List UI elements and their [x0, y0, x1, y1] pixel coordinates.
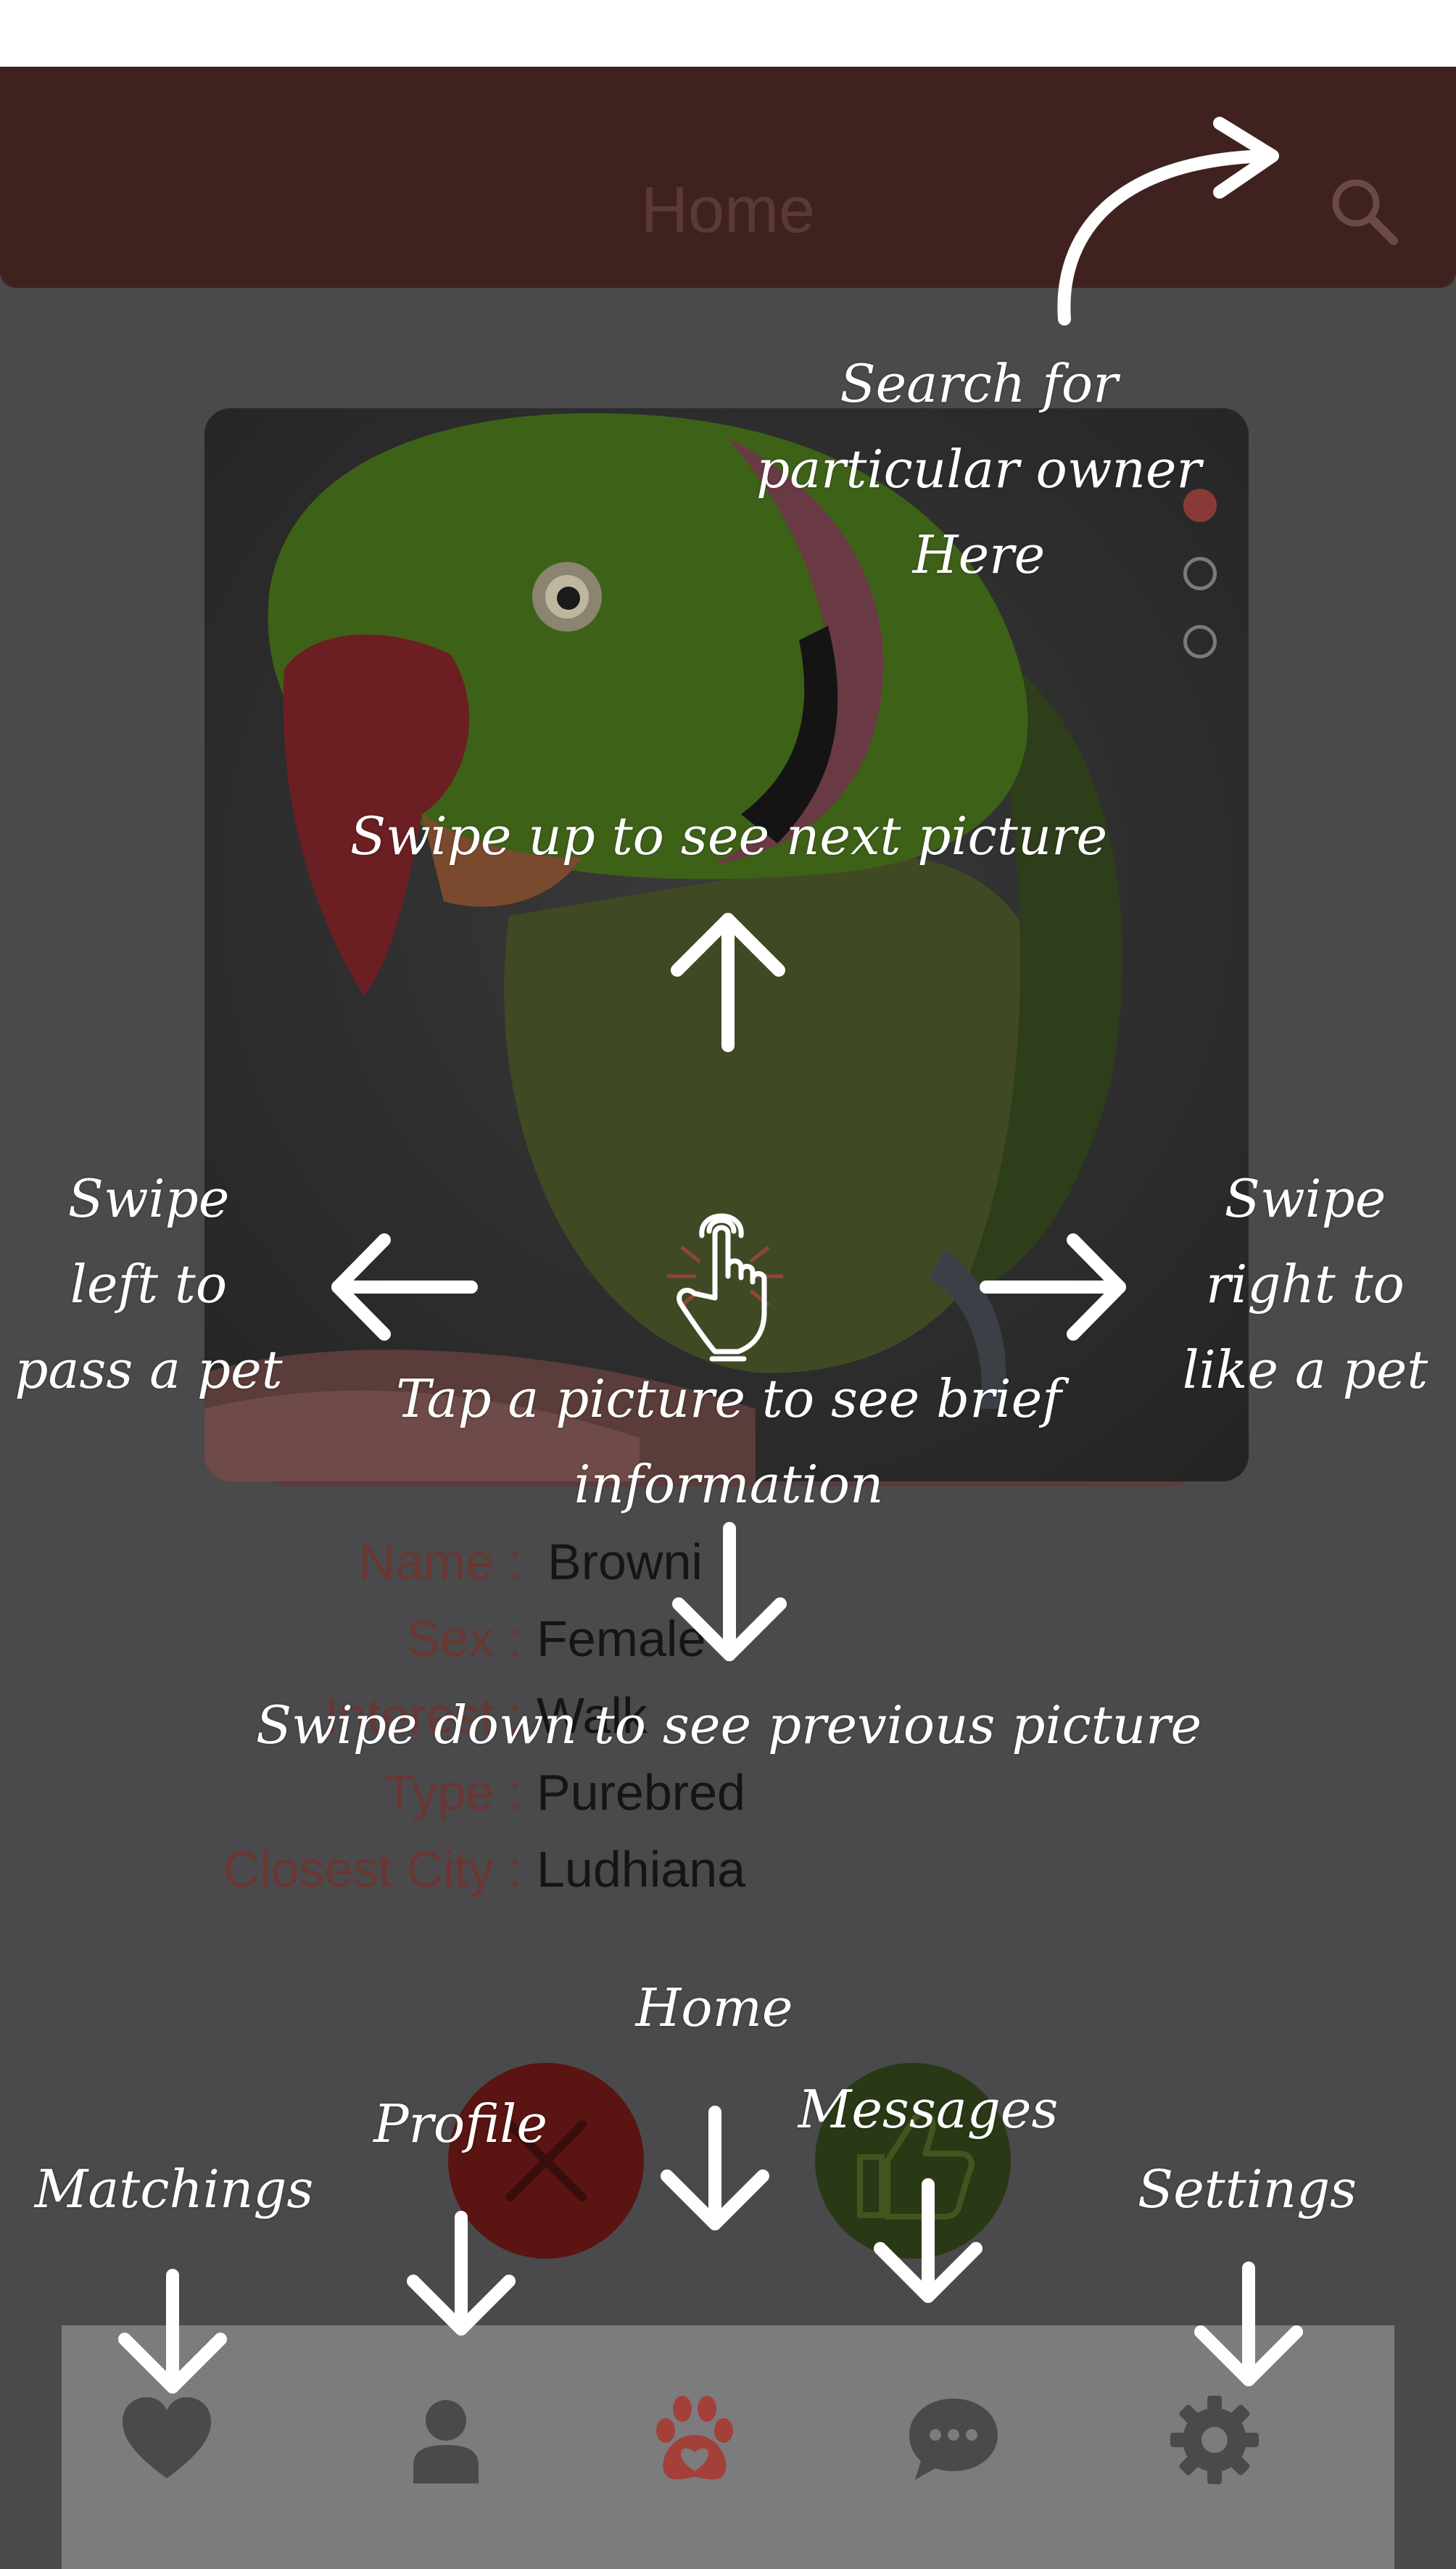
arrow-down-icon [661, 2106, 769, 2230]
arrow-down-icon [1194, 2262, 1303, 2386]
annotation-tab-profile: Profile [373, 2093, 547, 2154]
annotation-tab-home: Home [635, 1977, 793, 2038]
info-label: Sex : [406, 1610, 522, 1667]
gear-icon[interactable] [1167, 2393, 1262, 2487]
info-value: Purebred [537, 1764, 745, 1821]
info-row-type: Type : Purebred [0, 1763, 1456, 1821]
annotation-tap: Tap a picture to see brief information [396, 1368, 1062, 1515]
screen: Home Name: Browni Sex: Female Interest… [0, 0, 1456, 2569]
paw-icon[interactable] [648, 2393, 742, 2487]
annotation-swipe-right: Swipe right to like a pet [1182, 1168, 1428, 1400]
annotation-swipe-up: Swipe up to see next picture [349, 806, 1108, 866]
arrow-right-icon [980, 1233, 1126, 1341]
annotation-tab-messages: Messages [798, 2079, 1059, 2140]
arrow-left-icon [331, 1233, 478, 1341]
info-row-city: Closest City : Ludhiana [0, 1840, 1456, 1898]
search-icon[interactable] [1327, 174, 1399, 247]
heart-icon[interactable] [120, 2393, 214, 2487]
annotation-swipe-left: Swipe left to pass a pet [15, 1168, 283, 1400]
chat-icon[interactable] [906, 2393, 1001, 2487]
arrow-down-icon [407, 2211, 516, 2336]
info-label: Type : [384, 1764, 522, 1821]
annotation-search: Search for particular owner Here [756, 353, 1201, 585]
arrow-down-icon [874, 2178, 983, 2303]
annotation-tab-matchings: Matchings [34, 2159, 314, 2220]
info-label: Closest City : [223, 1841, 522, 1898]
arrow-down-icon [118, 2269, 227, 2394]
tap-hand-icon [667, 1213, 783, 1362]
page-dot[interactable] [1183, 625, 1217, 658]
annotation-tab-settings: Settings [1137, 2159, 1357, 2220]
curved-arrow-icon [1057, 117, 1279, 326]
arrow-up-icon [671, 913, 785, 1052]
arrow-down-icon [672, 1522, 787, 1661]
user-icon[interactable] [399, 2393, 493, 2487]
info-value: Ludhiana [537, 1841, 746, 1898]
info-label: Name : [358, 1534, 522, 1590]
annotation-swipe-down: Swipe down to see previous picture [255, 1695, 1202, 1755]
